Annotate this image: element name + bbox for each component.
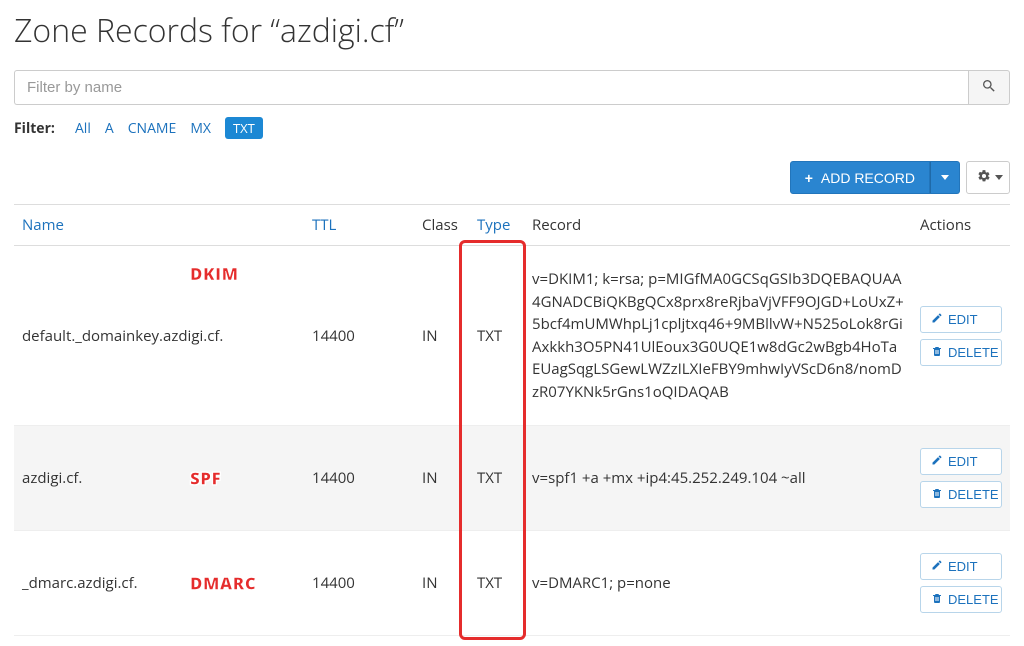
edit-button[interactable]: EDIT [920, 448, 1002, 475]
record-name: _dmarc.azdigi.cf. [22, 573, 138, 593]
col-type[interactable]: Type [469, 205, 524, 246]
annotation-label: DMARC [190, 572, 256, 595]
annotation-label: DKIM [190, 262, 239, 285]
edit-button[interactable]: EDIT [920, 553, 1002, 580]
delete-button[interactable]: DELETE [920, 481, 1002, 508]
add-record-group: + ADD RECORD [790, 161, 960, 194]
col-ttl[interactable]: TTL [304, 205, 414, 246]
records-table-wrap: Name TTL Class Type Record Actions defau… [14, 204, 1010, 636]
cell-type: TXT [469, 426, 524, 531]
search-button[interactable] [968, 70, 1010, 105]
page-title: Zone Records for “azdigi.cf” [14, 9, 1010, 52]
pencil-icon [931, 559, 943, 574]
delete-button[interactable]: DELETE [920, 339, 1002, 366]
filter-cname[interactable]: CNAME [128, 119, 177, 138]
cell-class: IN [414, 246, 469, 426]
table-row: _dmarc.azdigi.cf. DMARC 14400INTXTv=DMARC1… [14, 531, 1010, 636]
edit-label: EDIT [948, 454, 978, 469]
settings-button[interactable] [966, 161, 1010, 194]
cell-record: v=spf1 +a +mx +ip4:45.252.249.104 ~all [524, 426, 912, 531]
cell-name: _dmarc.azdigi.cf. DMARC [14, 531, 304, 636]
cell-actions: EDIT DELETE [912, 426, 1010, 531]
cell-ttl: 14400 [304, 426, 414, 531]
gear-icon [977, 169, 991, 186]
filter-input[interactable] [14, 70, 968, 105]
delete-button[interactable]: DELETE [920, 586, 1002, 613]
plus-icon: + [805, 170, 813, 186]
cell-class: IN [414, 531, 469, 636]
search-icon [981, 78, 997, 97]
cell-record: v=DMARC1; p=none [524, 531, 912, 636]
table-row: default._domainkey.azdigi.cf. DKIM 14400IN… [14, 246, 1010, 426]
record-name: default._domainkey.azdigi.cf. [22, 326, 223, 346]
filter-row: Filter: All A CNAME MX TXT [14, 117, 1010, 139]
trash-icon [931, 592, 943, 607]
col-record: Record [524, 205, 912, 246]
cell-ttl: 14400 [304, 531, 414, 636]
col-name[interactable]: Name [14, 205, 304, 246]
record-name: azdigi.cf. [22, 468, 82, 488]
cell-class: IN [414, 426, 469, 531]
trash-icon [931, 487, 943, 502]
add-record-label: ADD RECORD [821, 170, 915, 186]
edit-label: EDIT [948, 312, 978, 327]
col-actions: Actions [912, 205, 1010, 246]
records-table: Name TTL Class Type Record Actions defau… [14, 204, 1010, 636]
pencil-icon [931, 312, 943, 327]
add-record-dropdown[interactable] [930, 161, 960, 194]
cell-actions: EDIT DELETE [912, 246, 1010, 426]
edit-button[interactable]: EDIT [920, 306, 1002, 333]
filter-mx[interactable]: MX [190, 119, 211, 138]
caret-down-icon [995, 175, 1003, 180]
caret-down-icon [941, 175, 949, 180]
filter-a[interactable]: A [105, 119, 114, 138]
annotation-label: SPF [190, 467, 221, 490]
filter-label: Filter: [14, 119, 55, 138]
cell-type: TXT [469, 246, 524, 426]
pencil-icon [931, 454, 943, 469]
col-class: Class [414, 205, 469, 246]
filter-txt[interactable]: TXT [225, 117, 263, 139]
delete-label: DELETE [948, 345, 999, 360]
cell-name: default._domainkey.azdigi.cf. DKIM [14, 246, 304, 426]
delete-label: DELETE [948, 592, 999, 607]
table-row: azdigi.cf. SPF 14400INTXTv=spf1 +a +mx +ip… [14, 426, 1010, 531]
cell-name: azdigi.cf. SPF [14, 426, 304, 531]
cell-record: v=DKIM1; k=rsa; p=MIGfMA0GCSqGSIb3DQEBAQ… [524, 246, 912, 426]
delete-label: DELETE [948, 487, 999, 502]
edit-label: EDIT [948, 559, 978, 574]
filter-all[interactable]: All [75, 119, 91, 138]
cell-actions: EDIT DELETE [912, 531, 1010, 636]
trash-icon [931, 345, 943, 360]
cell-ttl: 14400 [304, 246, 414, 426]
search-row [14, 70, 1010, 105]
cell-type: TXT [469, 531, 524, 636]
add-record-button[interactable]: + ADD RECORD [790, 161, 930, 194]
toolbar: + ADD RECORD [14, 161, 1010, 194]
